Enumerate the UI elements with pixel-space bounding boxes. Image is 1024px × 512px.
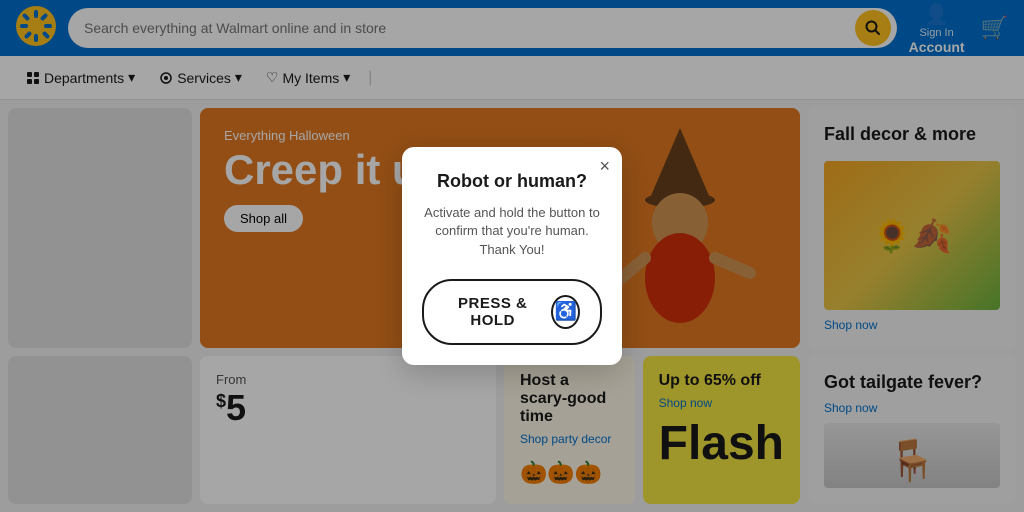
press-hold-label: PRESS & HOLD (444, 295, 541, 329)
modal-description: Activate and hold the button to confirm … (422, 204, 602, 259)
modal-close-button[interactable]: × (599, 157, 610, 175)
modal-overlay[interactable]: × Robot or human? Activate and hold the … (0, 0, 1024, 512)
press-hold-button[interactable]: PRESS & HOLD ♿ (422, 279, 602, 345)
captcha-modal: × Robot or human? Activate and hold the … (402, 147, 622, 365)
modal-title: Robot or human? (422, 171, 602, 192)
accessibility-icon: ♿ (551, 295, 580, 329)
